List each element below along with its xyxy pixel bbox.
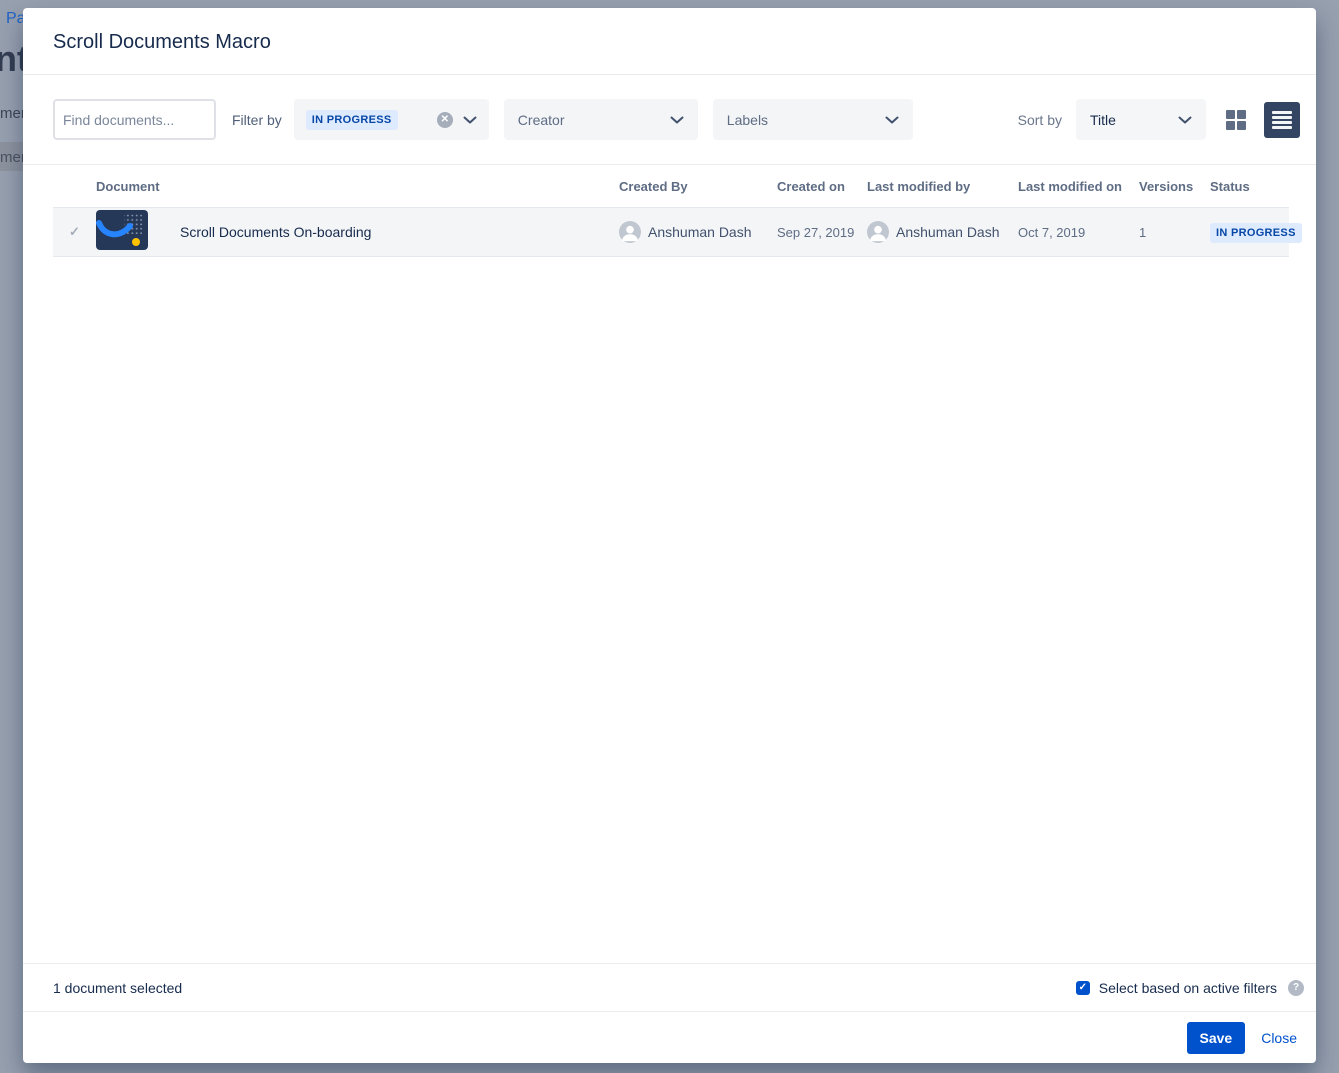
created-by-cell: Anshuman Dash <box>619 221 769 243</box>
status-filter-chip: IN PROGRESS <box>306 110 398 130</box>
documents-table: Document Created By Created on Last modi… <box>23 165 1316 963</box>
select-based-on-filters-control[interactable]: ✓ Select based on active filters ? <box>1076 980 1304 996</box>
active-filters-checkbox-label: Select based on active filters <box>1099 980 1277 996</box>
created-on-cell: Sep 27, 2019 <box>769 225 859 240</box>
table-header-row: Document Created By Created on Last modi… <box>53 165 1289 208</box>
list-bar <box>1272 116 1292 119</box>
active-filters-checkbox[interactable]: ✓ <box>1076 981 1090 995</box>
selection-count-text: 1 document selected <box>53 980 182 996</box>
dialog-title: Scroll Documents Macro <box>53 28 1286 56</box>
document-thumbnail <box>96 210 164 255</box>
grid-square <box>1226 121 1235 130</box>
column-header-created-by: Created By <box>619 179 769 194</box>
created-by-name: Anshuman Dash <box>648 224 752 240</box>
chevron-down-icon <box>670 116 684 124</box>
list-view-button[interactable] <box>1264 102 1300 138</box>
sort-group: Sort by Title <box>1018 99 1300 140</box>
last-modified-by-cell: Anshuman Dash <box>859 221 1010 243</box>
creator-filter-dropdown[interactable]: Creator <box>504 99 698 140</box>
filter-by-label: Filter by <box>232 112 282 128</box>
grid-square <box>1237 121 1246 130</box>
list-bar <box>1272 111 1292 114</box>
avatar-icon <box>619 221 641 243</box>
selected-check-icon: ✓ <box>53 224 96 240</box>
last-modified-on-cell: Oct 7, 2019 <box>1010 225 1127 240</box>
column-header-last-modified-on: Last modified on <box>1010 179 1127 194</box>
save-button[interactable]: Save <box>1187 1022 1246 1054</box>
chevron-down-icon <box>463 116 477 124</box>
status-badge: IN PROGRESS <box>1210 223 1302 243</box>
labels-filter-label: Labels <box>727 112 768 128</box>
filter-toolbar: Filter by IN PROGRESS ✕ Creator Labels S… <box>23 75 1316 165</box>
status-filter-controls: ✕ <box>437 112 477 128</box>
table-row[interactable]: ✓ Scroll Documents On-boarding <box>53 208 1289 257</box>
background-list-item-fragment: mer <box>0 105 26 122</box>
column-header-document: Document <box>96 179 619 194</box>
document-title: Scroll Documents On-boarding <box>164 224 619 240</box>
clear-filter-icon[interactable]: ✕ <box>437 112 453 128</box>
selection-footer: 1 document selected ✓ Select based on ac… <box>23 963 1316 1011</box>
sort-value: Title <box>1090 112 1116 128</box>
grid-square <box>1237 110 1246 119</box>
labels-filter-dropdown[interactable]: Labels <box>713 99 913 140</box>
chevron-down-icon <box>885 116 899 124</box>
help-icon[interactable]: ? <box>1288 980 1304 996</box>
close-button[interactable]: Close <box>1261 1030 1306 1046</box>
sort-dropdown[interactable]: Title <box>1076 99 1206 140</box>
column-header-last-modified-by: Last modified by <box>859 179 1010 194</box>
search-input[interactable] <box>53 99 216 140</box>
status-filter-dropdown[interactable]: IN PROGRESS ✕ <box>294 99 489 140</box>
sort-by-label: Sort by <box>1018 112 1062 128</box>
background-list-item-fragment: mer <box>0 149 26 166</box>
chevron-down-icon <box>1178 116 1192 124</box>
dialog-actions: Save Close <box>23 1011 1316 1063</box>
list-bar <box>1272 126 1292 129</box>
last-modified-by-name: Anshuman Dash <box>896 224 1000 240</box>
grid-square <box>1226 110 1235 119</box>
avatar-icon <box>867 221 889 243</box>
dialog-header: Scroll Documents Macro <box>23 8 1316 75</box>
versions-cell: 1 <box>1127 225 1197 240</box>
grid-view-icon[interactable] <box>1226 110 1246 130</box>
scroll-documents-macro-dialog: Scroll Documents Macro Filter by IN PROG… <box>23 8 1316 1063</box>
status-cell: IN PROGRESS <box>1197 223 1289 241</box>
column-header-status: Status <box>1197 179 1289 194</box>
column-header-created-on: Created on <box>769 179 859 194</box>
list-bar <box>1272 121 1292 124</box>
column-header-versions: Versions <box>1127 179 1197 194</box>
creator-filter-label: Creator <box>518 112 565 128</box>
